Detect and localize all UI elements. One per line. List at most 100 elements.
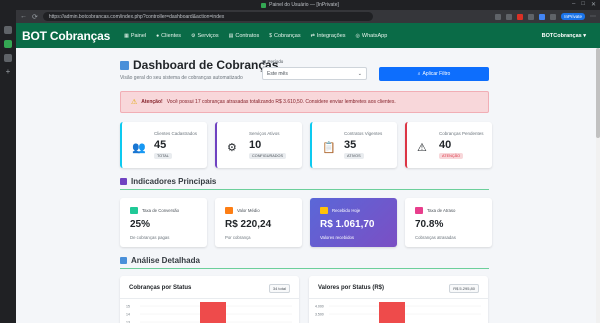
- stat-card: ⚙ Serviços Ativos 10 CONFIGURADOS: [215, 122, 302, 168]
- maximize-icon[interactable]: □: [581, 1, 585, 8]
- close-icon[interactable]: ✕: [591, 1, 596, 8]
- window-controls: – □ ✕: [572, 1, 596, 8]
- stat-value: 40: [439, 139, 452, 151]
- stat-label: Clientes Cadastrados: [154, 131, 198, 136]
- stat-value: 45: [154, 139, 167, 151]
- overdue-alert: ⚠ Atenção! Você possui 17 cobranças atra…: [120, 91, 489, 113]
- collections-icon[interactable]: [550, 13, 557, 20]
- toolbar-icons: InPrivate ⋯: [378, 13, 596, 20]
- dashboard-icon: ▦: [124, 32, 129, 39]
- nav-item-clientes[interactable]: ● Clientes: [156, 33, 181, 39]
- users-icon: 👥: [132, 142, 146, 154]
- kpi-card: Recebido Hoje R$ 1.061,70 Valores recebido…: [310, 198, 397, 247]
- reader-icon[interactable]: [495, 13, 502, 20]
- apply-filter-label: Aplicar Filtro: [422, 71, 451, 77]
- money-icon: [320, 207, 328, 214]
- reload-icon[interactable]: ⟳: [32, 13, 38, 21]
- kpi-value: R$ 220,24: [225, 219, 272, 230]
- page-title: Dashboard de Cobranças: [120, 58, 278, 72]
- more-icon[interactable]: ⋯: [590, 13, 596, 20]
- kpi-label: Recebido Hoje: [332, 208, 361, 213]
- extension-icon[interactable]: [517, 13, 524, 20]
- chart-icon: [120, 60, 129, 70]
- chart-total-badge: R$ 5.295,80: [449, 284, 479, 293]
- back-icon[interactable]: ←: [20, 13, 27, 20]
- url-field[interactable]: https://admin.botcobrancas.com/index.php…: [42, 12, 373, 21]
- chart-plot: 151413: [126, 302, 292, 323]
- clipboard-icon: 📋: [322, 142, 336, 154]
- chart-title: Valores por Status (R$): [318, 285, 385, 291]
- page-header: Dashboard de Cobranças Visão geral do se…: [120, 58, 278, 81]
- page-scrollbar[interactable]: [596, 48, 600, 323]
- y-tick-label: 15: [126, 305, 130, 309]
- charts-row: Cobranças por Status 34 total 15 14 13 Valore…: [120, 276, 488, 323]
- nav-label: Integrações: [316, 32, 346, 39]
- nav-item-cobrancas[interactable]: $ Cobranças: [269, 33, 300, 39]
- minimize-icon[interactable]: –: [572, 1, 575, 8]
- window-title: Painel do Usuário — [InPrivate]: [269, 2, 339, 8]
- nav-label: Painel: [130, 32, 147, 39]
- kpi-card: Taxa de Conversão 25% De cobranças pagas: [120, 198, 207, 247]
- chart-icon: [120, 257, 127, 264]
- money-icon: $: [269, 32, 272, 39]
- gear-icon: ⚙: [227, 142, 237, 154]
- tab-favicon-icon: [261, 2, 267, 8]
- extension-icon[interactable]: [539, 13, 546, 20]
- stat-card: 📋 Contratos Vigentes 35 ATIVOS: [310, 122, 397, 168]
- extension-icon[interactable]: [528, 13, 535, 20]
- warning-icon: ⚠: [131, 99, 138, 106]
- sidebar-tab-icon[interactable]: [4, 26, 12, 34]
- chart-bar[interactable]: [200, 302, 226, 323]
- sidebar-active-tab-icon[interactable]: [4, 40, 12, 48]
- chart-title: Cobranças por Status: [129, 285, 192, 291]
- section-analysis-text: Análise Detalhada: [131, 256, 200, 265]
- coin-icon: [225, 207, 233, 214]
- stat-badge: ATENÇÃO: [439, 153, 464, 159]
- stat-label: Contratos Vigentes: [344, 131, 383, 136]
- kpi-label: Taxa de Conversão: [142, 208, 180, 213]
- stat-card: ⚠ Cobranças Pendentes 40 ATENÇÃO: [405, 122, 492, 168]
- kpi-subtitle: Cobranças atrasadas: [415, 235, 456, 240]
- favorite-icon[interactable]: [506, 13, 513, 20]
- nav-item-integracoes[interactable]: ⇄ Integrações: [311, 33, 346, 39]
- search-icon: ⌕: [417, 71, 421, 77]
- whatsapp-icon: ◎: [355, 32, 360, 39]
- inprivate-badge[interactable]: InPrivate: [561, 13, 585, 20]
- kpi-value: 70.8%: [415, 219, 444, 230]
- nav-label: WhatsApp: [361, 32, 388, 39]
- chevron-down-icon: ⌄: [357, 70, 362, 77]
- user-menu[interactable]: BOTCobranças ▾: [542, 33, 586, 39]
- kpi-row: Taxa de Conversão 25% De cobranças pagas Va…: [120, 198, 492, 247]
- apply-filter-button[interactable]: ⌕ Aplicar Filtro: [379, 67, 489, 81]
- kpi-card: Valor Médio R$ 220,24 Por cobrança: [215, 198, 302, 247]
- y-tick-label: 3.500: [315, 313, 324, 317]
- nav-links: ▦ Painel ● Clientes ⚙ Serviços ▤ Contratos $…: [124, 33, 387, 39]
- warning-icon: ⚠: [417, 142, 427, 154]
- kpi-subtitle: De cobranças pagas: [130, 235, 170, 240]
- browser-sidebar: +: [0, 10, 16, 323]
- nav-label: Contratos: [235, 32, 260, 39]
- chart-bar[interactable]: [379, 302, 405, 323]
- divider: [120, 268, 489, 269]
- chart-card: Cobranças por Status 34 total 15 14 13: [120, 276, 299, 323]
- users-icon: ●: [156, 32, 160, 39]
- kpi-label: Taxa de Atraso: [427, 208, 456, 213]
- nav-label: Clientes: [161, 32, 182, 39]
- period-select[interactable]: Este mês ⌄: [262, 67, 367, 80]
- new-tab-icon[interactable]: +: [6, 68, 11, 76]
- nav-item-whatsapp[interactable]: ◎ WhatsApp: [356, 33, 388, 39]
- stats-row: 👥 Clientes Cadastrados 45 TOTAL ⚙ Serviços At…: [120, 122, 492, 168]
- scrollbar-thumb[interactable]: [596, 48, 600, 138]
- clock-icon: [415, 207, 423, 214]
- sidebar-tab-icon[interactable]: [4, 54, 12, 62]
- nav-item-servicos[interactable]: ⚙ Serviços: [191, 33, 219, 39]
- nav-item-contratos[interactable]: ▤ Contratos: [229, 33, 260, 39]
- nav-item-painel[interactable]: ▦ Painel: [124, 33, 146, 39]
- kpi-value: 25%: [130, 219, 151, 230]
- page-title-text: Dashboard de Cobranças: [133, 58, 279, 72]
- kpi-value: R$ 1.061,70: [320, 219, 375, 230]
- kpi-subtitle: Por cobrança: [225, 235, 251, 240]
- stat-badge: ATIVOS: [344, 153, 364, 159]
- brand-logo[interactable]: BOT Cobranças: [22, 29, 110, 43]
- stat-value: 35: [344, 139, 357, 151]
